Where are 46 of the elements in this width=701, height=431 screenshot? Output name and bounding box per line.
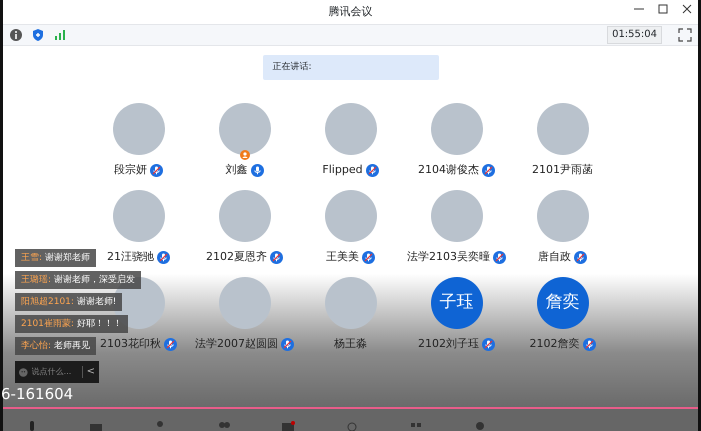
participant-name: 2104谢俊杰 bbox=[418, 162, 479, 178]
avatar-placeholder bbox=[324, 277, 376, 329]
participant-name: 刘鑫 bbox=[226, 162, 248, 178]
participant-name: 21汪骁驰 bbox=[107, 248, 154, 265]
avatar-placeholder bbox=[430, 103, 482, 155]
signal-icon[interactable] bbox=[53, 28, 67, 42]
avatar-placeholder bbox=[324, 190, 376, 242]
collapse-button[interactable]: < bbox=[82, 366, 95, 378]
avatar-placeholder bbox=[536, 190, 588, 242]
chat-input-bar[interactable]: 说点什么... < bbox=[15, 361, 99, 383]
participant-name: 段宗妍 bbox=[114, 162, 147, 178]
chat-message: 阳旭超2101: 谢谢老师! bbox=[15, 293, 122, 311]
avatar-placeholder bbox=[218, 277, 270, 329]
participant-name: 法学2007赵圆圆 bbox=[195, 336, 278, 352]
window-title: 腾讯会议 bbox=[328, 4, 372, 20]
avatar-placeholder bbox=[430, 190, 482, 242]
avatar-placeholder bbox=[218, 190, 270, 242]
participant-name: 唐自政 bbox=[538, 248, 571, 265]
participant-name: 2102詹奕 bbox=[530, 336, 580, 352]
participant-name: Flipped bbox=[322, 162, 363, 178]
text-avatar: 詹奕 bbox=[536, 277, 588, 329]
participant-name: 2102夏恩齐 bbox=[206, 248, 267, 265]
emoji-icon[interactable] bbox=[19, 366, 28, 378]
chat-input[interactable]: 说点什么... bbox=[32, 366, 78, 378]
participant-name: 法学2103吴奕曈 bbox=[407, 248, 490, 265]
fullscreen-icon[interactable] bbox=[678, 28, 692, 42]
participant-name: 2101尹雨菡 bbox=[532, 162, 593, 178]
participant-name: 2103花印秋 bbox=[100, 336, 161, 352]
participant-name: 2102刘子珏 bbox=[418, 336, 479, 352]
maximize-icon[interactable] bbox=[658, 4, 668, 14]
chat-message: 2101崔雨蒙: 好耶！！！ bbox=[15, 315, 128, 333]
participant-name: 王美美 bbox=[326, 248, 359, 265]
speaking-label: 正在讲话: bbox=[272, 60, 312, 74]
meeting-timer: 01:55:04 bbox=[607, 26, 662, 44]
avatar-placeholder bbox=[112, 103, 164, 155]
avatar-placeholder bbox=[324, 103, 376, 155]
info-icon[interactable] bbox=[9, 28, 23, 42]
chat-message: 王雪: 谢谢郑老师 bbox=[15, 249, 96, 267]
chat-message: 王璐瑶: 谢谢老师，深受启发 bbox=[15, 271, 141, 289]
close-icon[interactable] bbox=[682, 4, 692, 14]
text-avatar: 子珏 bbox=[430, 277, 482, 329]
participant-name: 杨王淼 bbox=[334, 336, 367, 352]
avatar-placeholder bbox=[112, 190, 164, 242]
chat-message: 李心怡: 老师再见 bbox=[15, 337, 96, 355]
shield-icon[interactable] bbox=[31, 28, 45, 42]
avatar-placeholder bbox=[536, 103, 588, 155]
